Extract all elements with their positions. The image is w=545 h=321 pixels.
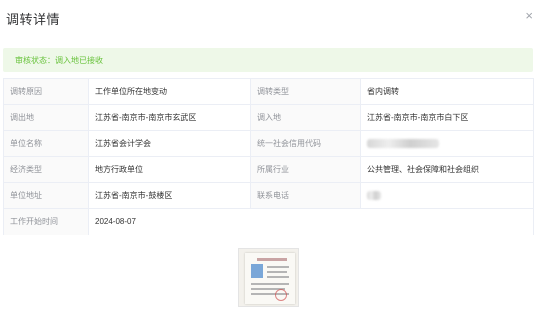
org-name-label: 单位名称 [3,130,89,157]
phone-label: 联系电话 [250,182,361,209]
table-row: 经济类型 地方行政单位 所属行业 公共管理、社会保障和社会组织 [3,156,534,183]
economic-type-value: 地方行政单位 [88,156,251,183]
industry-label: 所属行业 [250,156,361,183]
org-name-value: 江苏省会计学会 [88,130,251,157]
close-icon[interactable]: × [525,9,533,22]
credit-code-value [360,130,534,157]
work-start-label: 工作开始时间 [3,208,89,235]
phone-value [360,182,534,209]
transfer-type-value: 省内调转 [360,78,534,105]
transfer-reason-value: 工作单位所在地变动 [88,78,251,105]
transfer-out-label: 调出地 [3,104,89,131]
table-row: 单位名称 江苏省会计学会 统一社会信用代码 [3,130,534,157]
transfer-in-label: 调入地 [250,104,361,131]
org-address-label: 单位地址 [3,182,89,209]
status-banner: 审核状态：调入地已接收 [3,48,533,72]
economic-type-label: 经济类型 [3,156,89,183]
redacted-phone [367,191,381,201]
transfer-detail-dialog: 调转详情 × 审核状态：调入地已接收 调转原因 工作单位所在地变动 调转类型 省… [0,0,545,321]
attachment-thumbnail[interactable] [238,248,299,307]
table-row: 调转原因 工作单位所在地变动 调转类型 省内调转 [3,78,534,105]
transfer-out-value: 江苏省-南京市-南京市玄武区 [88,104,251,131]
transfer-type-label: 调转类型 [250,78,361,105]
transfer-reason-label: 调转原因 [3,78,89,105]
status-text: 审核状态：调入地已接收 [15,55,103,65]
detail-table: 调转原因 工作单位所在地变动 调转类型 省内调转 调出地 江苏省-南京市-南京市… [3,78,534,235]
transfer-in-value: 江苏省-南京市-南京市白下区 [360,104,534,131]
redacted-credit-code [367,139,439,149]
table-row: 调出地 江苏省-南京市-南京市玄武区 调入地 江苏省-南京市-南京市白下区 [3,104,534,131]
table-row: 单位地址 江苏省-南京市-鼓楼区 联系电话 [3,182,534,209]
table-row: 工作开始时间 2024-08-07 [3,208,534,235]
dialog-title: 调转详情 [6,12,61,27]
industry-value: 公共管理、社会保障和社会组织 [360,156,534,183]
document-thumbnail-icon [245,253,295,304]
credit-code-label: 统一社会信用代码 [250,130,361,157]
work-start-value: 2024-08-07 [88,208,534,235]
org-address-value: 江苏省-南京市-鼓楼区 [88,182,251,209]
